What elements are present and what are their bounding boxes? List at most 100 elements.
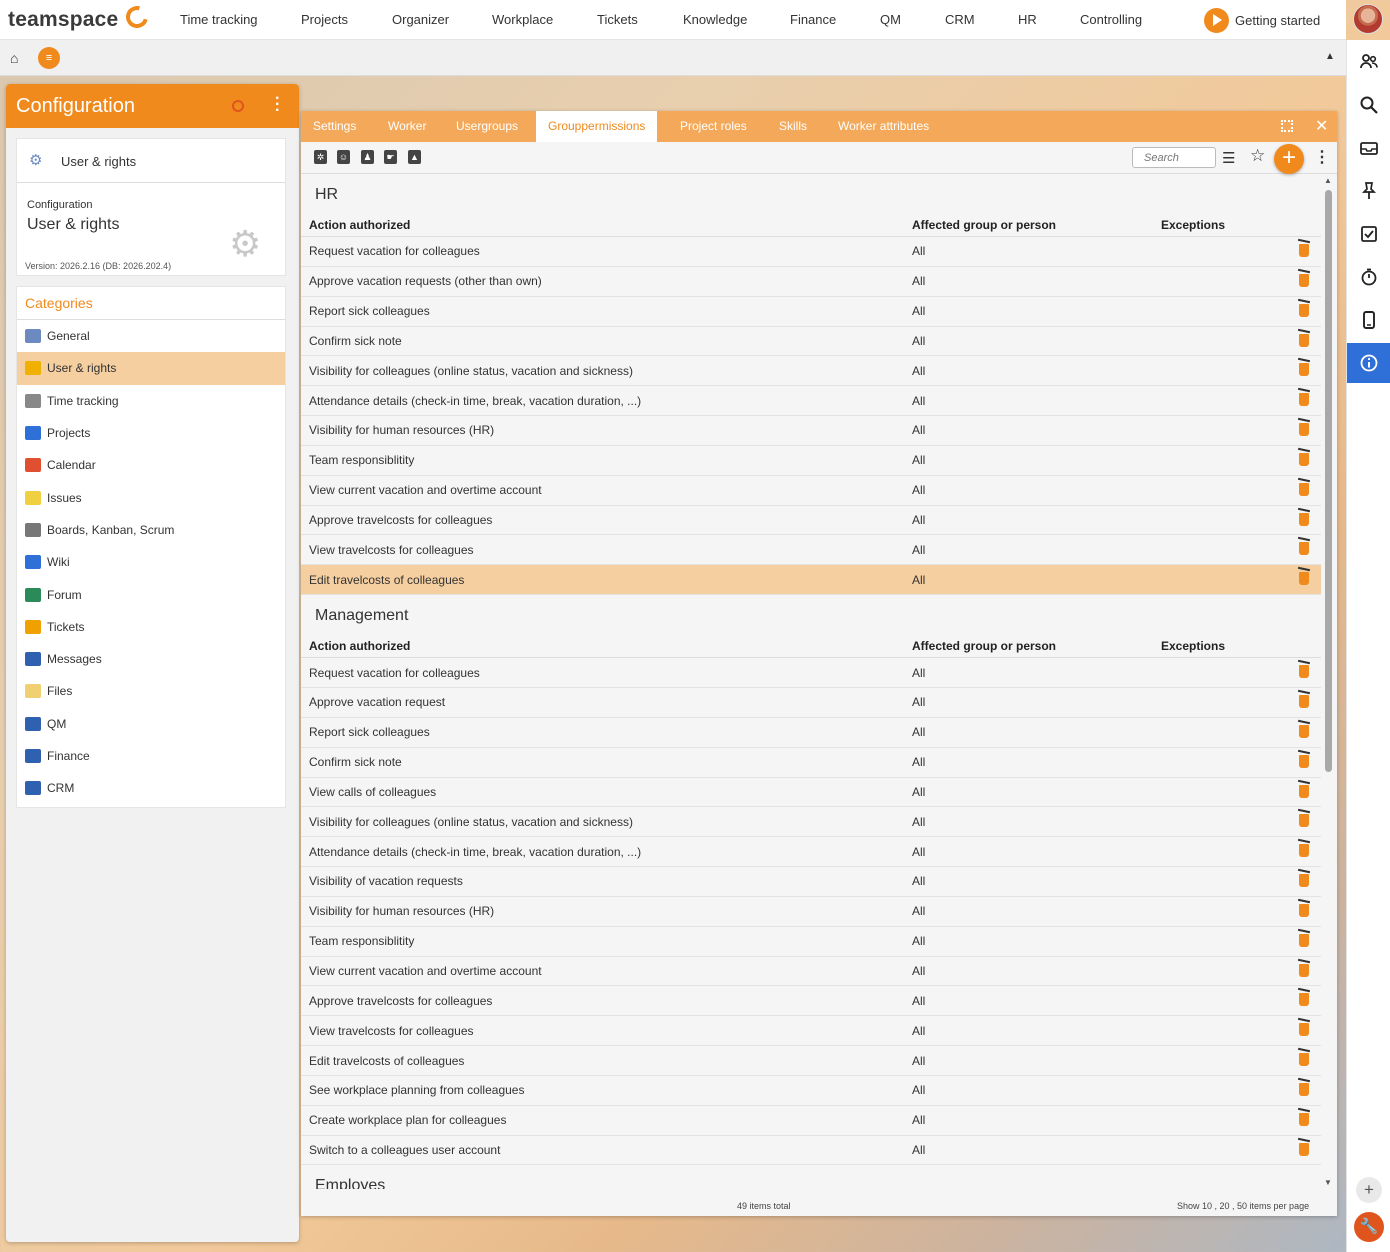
delete-icon[interactable] [1299,724,1309,738]
delete-icon[interactable] [1299,363,1309,377]
search-input[interactable] [1132,147,1216,168]
nav-projects[interactable]: Projects [301,12,348,27]
column-header-action[interactable]: Action authorized [309,639,410,653]
table-row[interactable]: Approve travelcosts for colleagues All [301,986,1321,1017]
delete-icon[interactable] [1299,665,1309,679]
delete-icon[interactable] [1299,303,1309,317]
maximize-icon[interactable] [1281,120,1293,132]
table-row[interactable]: Request vacation for colleagues All [301,237,1321,267]
table-row[interactable]: Approve vacation request All [301,688,1321,718]
table-row[interactable]: Visibility of vacation requests All [301,867,1321,897]
category-item[interactable]: Forum [17,578,285,610]
nav-knowledge[interactable]: Knowledge [683,12,747,27]
tab-usergroups[interactable]: Usergroups [444,111,530,142]
table-row[interactable]: Report sick colleagues All [301,297,1321,327]
pin-icon[interactable] [1347,171,1390,211]
delete-icon[interactable] [1299,933,1309,947]
delete-icon[interactable] [1299,963,1309,977]
filter-icon[interactable]: ☰ [1222,149,1235,167]
delete-icon[interactable] [1299,844,1309,858]
table-row[interactable]: View travelcosts for colleagues All [301,1016,1321,1047]
collapse-up-icon[interactable]: ▲ [1325,51,1335,62]
category-item[interactable]: Wiki [17,546,285,578]
table-row[interactable]: Request vacation for colleagues All [301,658,1321,688]
nav-controlling[interactable]: Controlling [1080,12,1142,27]
table-row[interactable]: Edit travelcosts of colleagues All [301,1046,1321,1076]
delete-icon[interactable] [1299,542,1309,556]
delete-icon[interactable] [1299,244,1309,257]
close-icon[interactable]: ✕ [1315,116,1328,136]
table-row[interactable]: Team responsiblitity All [301,927,1321,957]
add-widget-icon[interactable]: + [1356,1177,1382,1203]
table-row[interactable]: Report sick colleagues All [301,718,1321,748]
delete-icon[interactable] [1299,993,1309,1007]
group-tool-icon[interactable]: ☺ [337,150,350,164]
tab-grouppermissions[interactable]: Grouppermissions [536,111,658,142]
mobile-icon[interactable] [1347,300,1390,340]
delete-icon[interactable] [1299,482,1309,496]
page-size-selector[interactable]: Show 10 , 20 , 50 items per page [1177,1201,1309,1211]
nav-workplace[interactable]: Workplace [492,12,553,27]
people-icon[interactable] [1347,42,1390,82]
search-icon[interactable] [1347,85,1390,125]
delete-icon[interactable] [1299,1023,1309,1037]
teamspace-logo[interactable]: teamspace [8,8,118,32]
star-icon[interactable]: ☆ [1250,146,1265,166]
home-icon[interactable]: ⌂ [10,50,18,66]
tab-worker-attributes[interactable]: Worker attributes [826,111,941,142]
table-row[interactable]: Approve vacation requests (other than ow… [301,267,1321,297]
category-item[interactable]: General [17,320,285,352]
delete-icon[interactable] [1299,452,1309,466]
delete-icon[interactable] [1299,1082,1309,1096]
table-row[interactable]: See workplace planning from colleagues Al… [301,1076,1321,1106]
add-button[interactable]: + [1274,144,1304,174]
table-row[interactable]: Confirm sick note All [301,748,1321,778]
category-item[interactable]: QM [17,708,285,740]
more-options-icon[interactable]: · · · [275,91,280,119]
column-header-action[interactable]: Action authorized [309,218,410,232]
delete-icon[interactable] [1299,1142,1309,1156]
getting-started-button[interactable]: Getting started [1204,8,1320,33]
delete-icon[interactable] [1299,1112,1309,1126]
delete-icon[interactable] [1299,1053,1309,1067]
category-item[interactable]: Calendar [17,449,285,481]
delete-icon[interactable] [1299,784,1309,798]
stopwatch-icon[interactable] [1347,257,1390,297]
table-row[interactable]: Create workplace plan for colleagues All [301,1106,1321,1136]
table-row[interactable]: View current vacation and overtime accou… [301,957,1321,987]
table-row[interactable]: View current vacation and overtime accou… [301,476,1321,506]
nav-organizer[interactable]: Organizer [392,12,449,27]
warning-tool-icon[interactable]: ▲ [408,150,421,164]
power-icon[interactable] [232,100,244,112]
person-tool-icon[interactable]: ♟ [361,150,374,164]
scroll-down-icon[interactable]: ▼ [1324,1178,1332,1187]
delete-icon[interactable] [1299,273,1309,287]
table-row[interactable]: Edit travelcosts of colleagues All [301,565,1321,596]
nav-tickets[interactable]: Tickets [597,12,638,27]
category-item[interactable]: Issues [17,481,285,513]
category-item[interactable]: Finance [17,740,285,772]
category-item[interactable]: CRM [17,772,285,804]
category-item[interactable]: Time tracking [17,385,285,417]
column-header-exceptions[interactable]: Exceptions [1161,218,1225,232]
table-row[interactable]: Switch to a colleagues user account All [301,1136,1321,1166]
scroll-thumb[interactable] [1325,190,1332,772]
delete-icon[interactable] [1299,814,1309,828]
tab-skills[interactable]: Skills [767,111,819,142]
table-row[interactable]: Confirm sick note All [301,327,1321,357]
table-row[interactable]: View travelcosts for colleagues All [301,535,1321,566]
task-check-icon[interactable] [1347,214,1390,254]
column-header-group[interactable]: Affected group or person [912,218,1056,232]
table-row[interactable]: Visibility for human resources (HR) All [301,416,1321,446]
menu-list-icon[interactable]: ≡ [38,47,60,69]
delete-icon[interactable] [1299,694,1309,708]
delete-icon[interactable] [1299,512,1309,526]
scroll-up-icon[interactable]: ▲ [1324,176,1332,185]
delete-icon[interactable] [1299,903,1309,917]
module-row[interactable]: ⚙ User & rights [17,139,285,183]
delete-icon[interactable] [1299,423,1309,437]
category-item[interactable]: Projects [17,417,285,449]
table-row[interactable]: Approve travelcosts for colleagues All [301,506,1321,536]
delete-icon[interactable] [1299,393,1309,407]
more-options-icon[interactable]: ⋮ [1314,147,1330,167]
